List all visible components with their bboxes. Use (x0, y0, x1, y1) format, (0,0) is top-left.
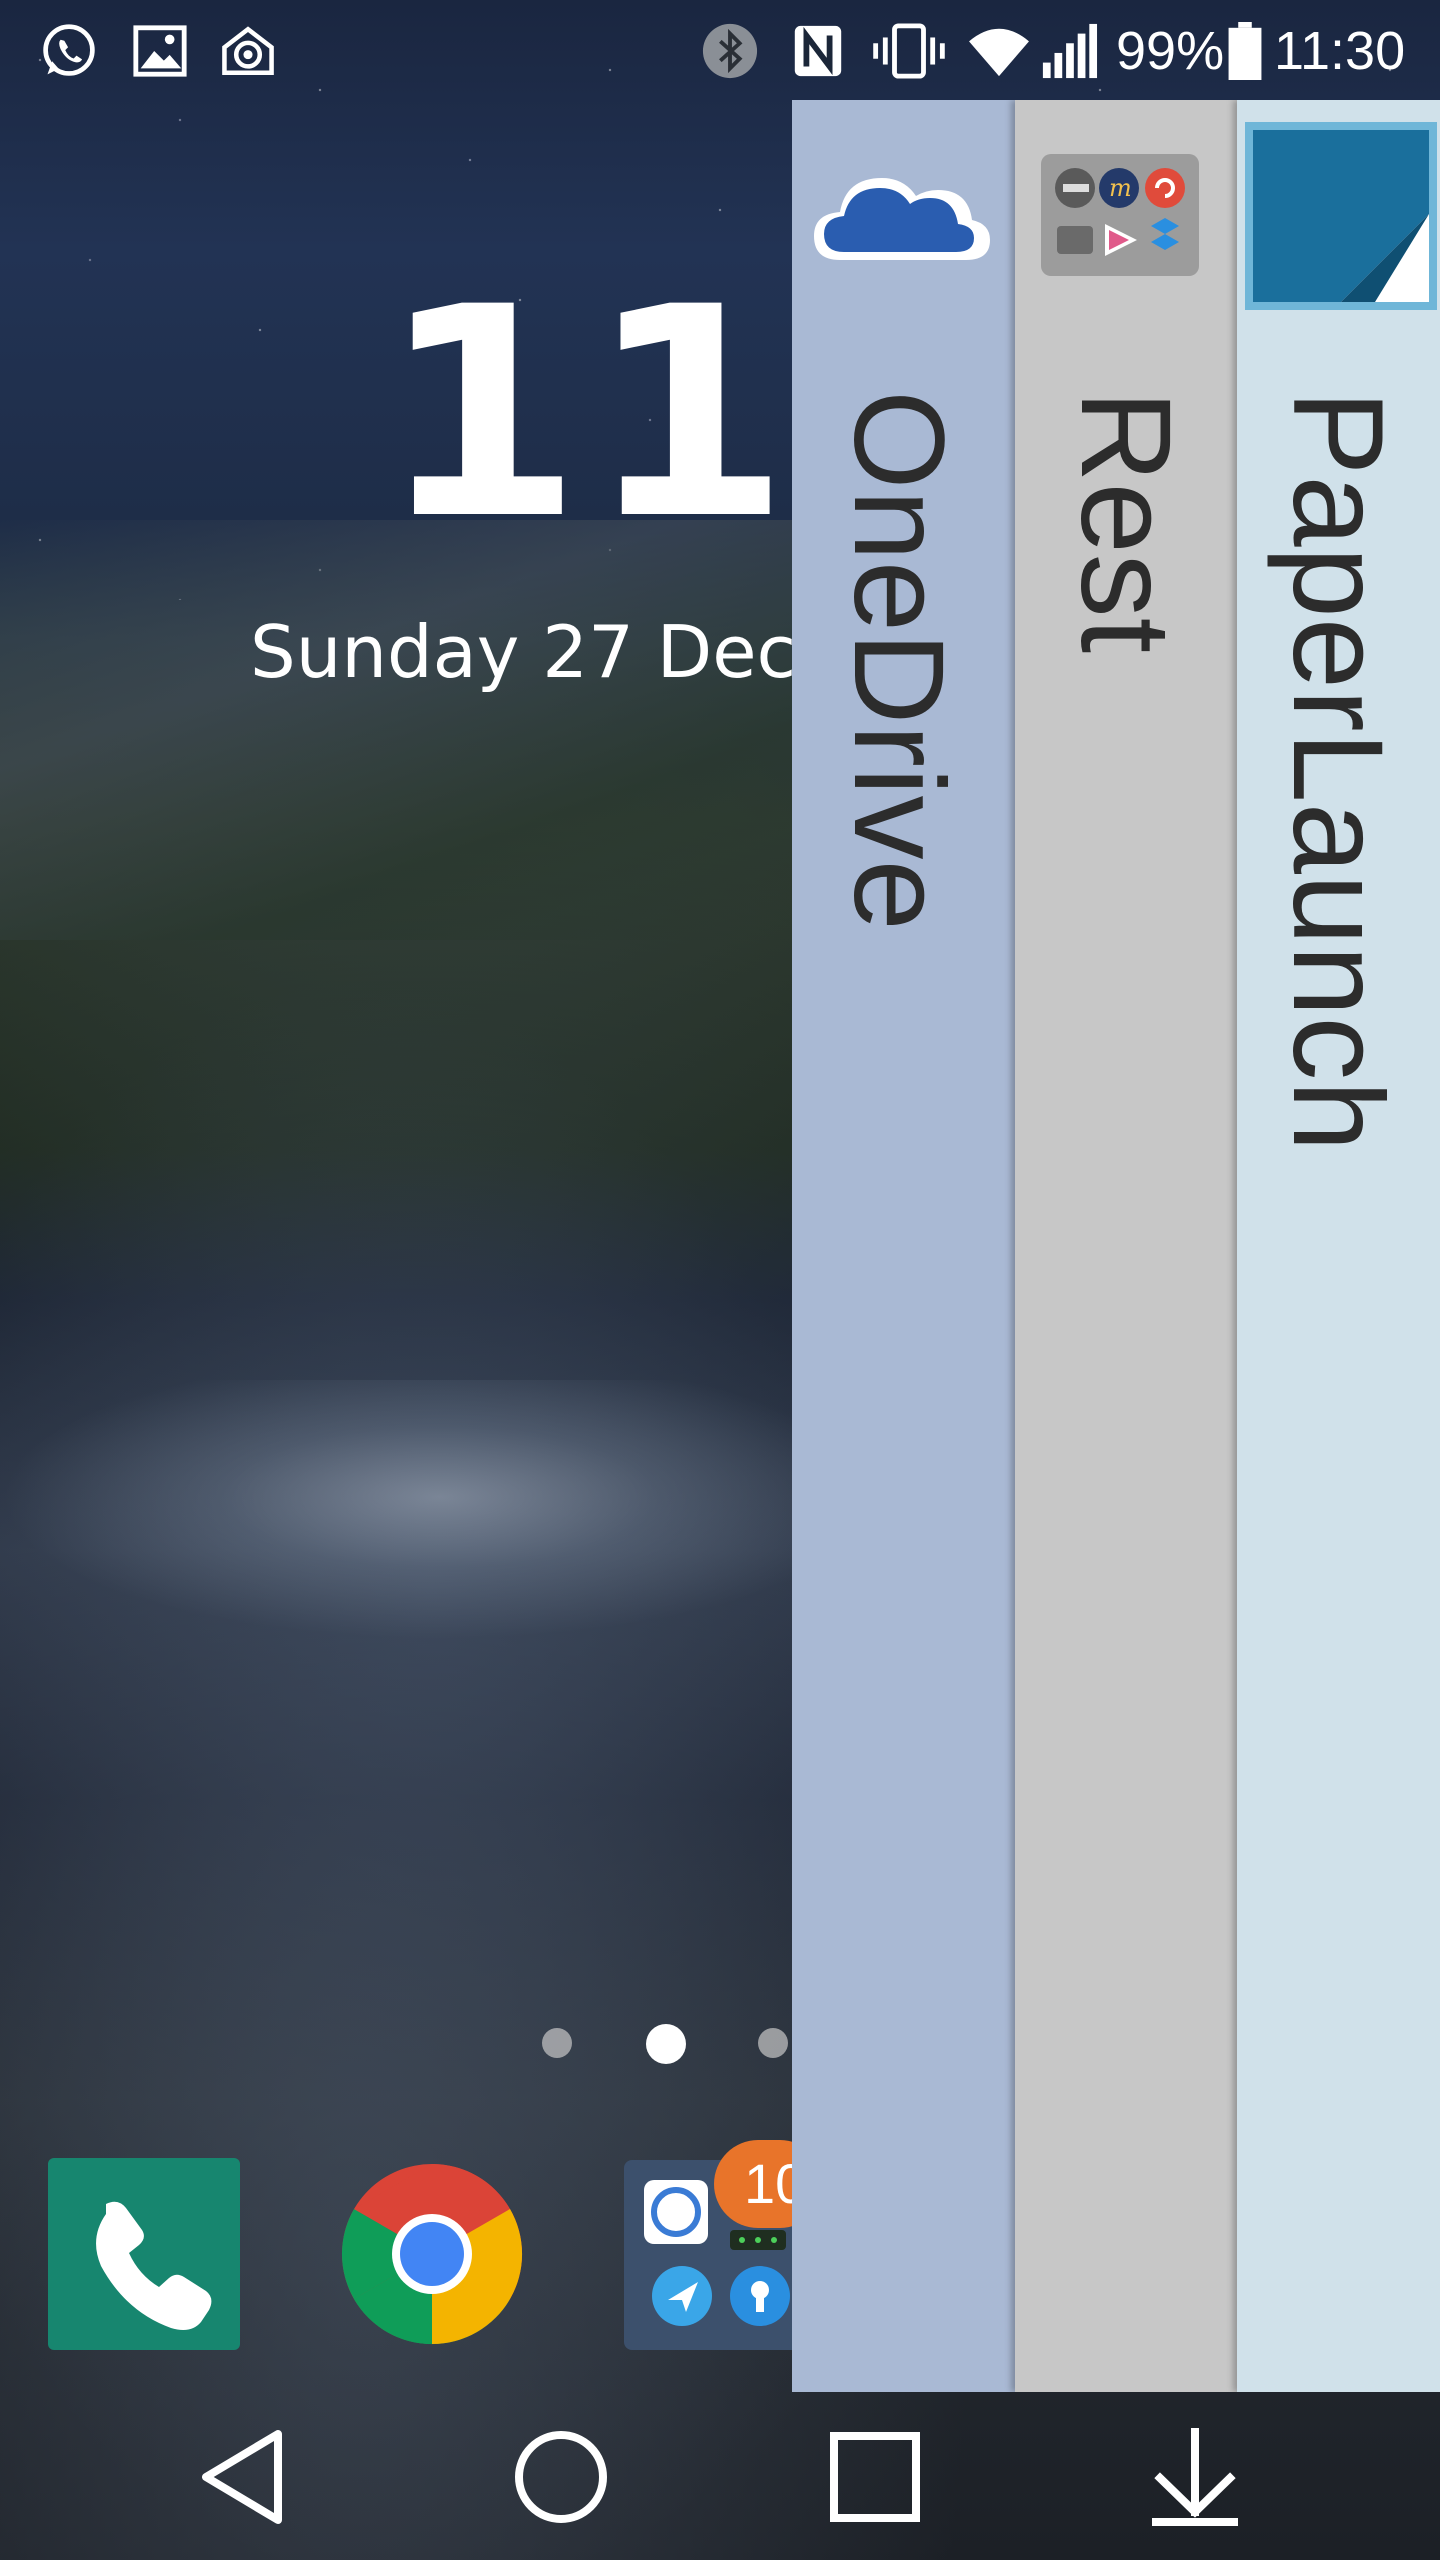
rest-folder-icon: m (1041, 154, 1199, 276)
page-dot-3 (758, 2028, 788, 2058)
back-icon[interactable] (192, 2422, 302, 2532)
bluetooth-icon (702, 23, 758, 79)
page-dot-1 (542, 2028, 572, 2058)
recents-icon[interactable] (820, 2422, 930, 2532)
aqua-mail-icon (222, 26, 274, 76)
chrome-icon[interactable] (340, 2162, 524, 2346)
panel-item-onedrive[interactable]: OneDrive (792, 100, 1015, 2392)
svg-text:m: m (1109, 174, 1132, 202)
onedrive-cloud-icon (814, 178, 990, 260)
vibrate-icon (873, 23, 945, 79)
wallpaper-stream (0, 1380, 800, 1640)
gallery-icon (133, 25, 187, 77)
paperlaunch-panel: OneDrive m Rest PaperLaunch (792, 100, 1440, 2392)
whatsapp-icon (43, 24, 95, 76)
home-icon[interactable] (506, 2422, 616, 2532)
panel-item-paperlaunch[interactable]: PaperLaunch (1237, 100, 1440, 2392)
page-dot-2-active (646, 2024, 686, 2064)
phone-app-icon[interactable] (48, 2158, 240, 2350)
battery-icon (1228, 22, 1262, 80)
clock-widget-date: Sunday 27 Dec 2 (250, 610, 865, 694)
wifi-icon (969, 28, 1029, 77)
panel-label-onedrive: OneDrive (827, 390, 970, 931)
notification-pull-icon[interactable] (1140, 2422, 1250, 2532)
phone-icon (96, 2201, 212, 2330)
wallpaper-mountains (0, 520, 800, 940)
paperlaunch-icon (1245, 122, 1437, 310)
panel-item-rest[interactable]: m Rest (1015, 100, 1237, 2392)
status-bar: 99% 11:30 (0, 0, 1440, 100)
nfc-icon (794, 25, 842, 77)
signal-icon (1042, 23, 1098, 79)
status-time: 11:30 (1274, 21, 1406, 81)
panel-label-rest: Rest (1054, 390, 1197, 654)
panel-label-paperlaunch: PaperLaunch (1266, 390, 1409, 1152)
battery-percent: 99% (1116, 21, 1225, 81)
navigation-bar (0, 2392, 1440, 2560)
